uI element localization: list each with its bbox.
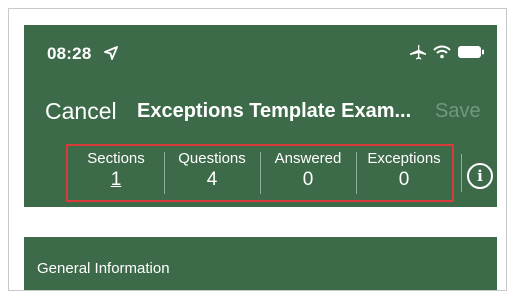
section-header[interactable]: General Information xyxy=(24,237,497,290)
counter-exceptions[interactable]: Exceptions 0 xyxy=(356,146,452,200)
counter-sections[interactable]: Sections 1 xyxy=(68,146,164,200)
counter-value: 4 xyxy=(206,169,218,190)
location-arrow-icon xyxy=(104,46,118,60)
status-time: 08:28 xyxy=(47,44,92,63)
status-icons xyxy=(409,44,485,60)
wifi-icon xyxy=(433,45,451,59)
cancel-button[interactable]: Cancel xyxy=(45,98,117,125)
battery-icon xyxy=(458,46,484,58)
save-button[interactable]: Save xyxy=(435,100,481,123)
counter-value[interactable]: 1 xyxy=(111,169,122,191)
counter-value: 0 xyxy=(302,169,314,190)
section-title: General Information xyxy=(37,260,170,277)
header: 08:28 Cancel Exceptions Template Exam...… xyxy=(24,25,497,207)
counter-label: Sections xyxy=(87,150,145,167)
summary-counters: Sections 1 Questions 4 Answered 0 Except… xyxy=(66,144,454,202)
counter-label: Questions xyxy=(178,150,246,167)
counter-value: 0 xyxy=(398,169,410,190)
page-title: Exceptions Template Exam... xyxy=(137,100,412,122)
info-icon[interactable]: i xyxy=(467,163,493,189)
counter-answered[interactable]: Answered 0 xyxy=(260,146,356,200)
airplane-icon xyxy=(410,45,426,60)
counter-label: Answered xyxy=(274,150,342,167)
info-glyph: i xyxy=(477,167,483,185)
counter-label: Exceptions xyxy=(367,150,441,167)
counter-questions[interactable]: Questions 4 xyxy=(164,146,260,200)
separator-gap xyxy=(24,207,497,237)
divider xyxy=(461,154,462,192)
